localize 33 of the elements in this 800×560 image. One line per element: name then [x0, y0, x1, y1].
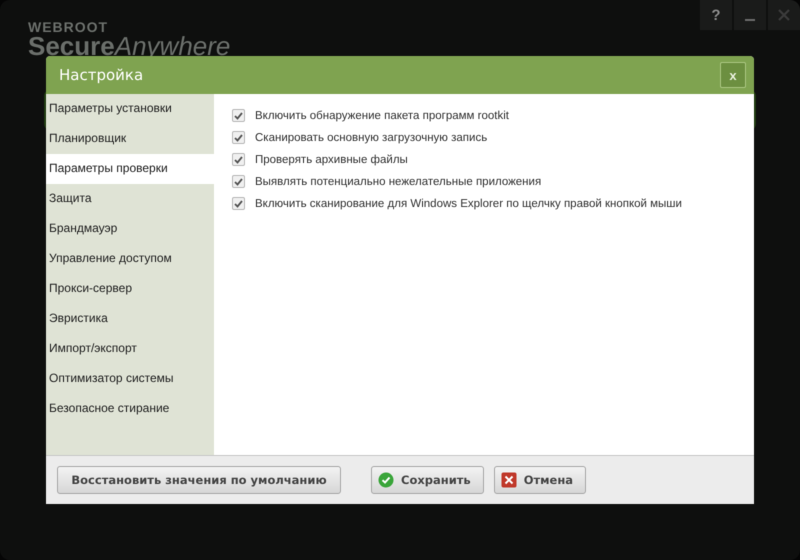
minimize-icon	[745, 19, 755, 21]
option-label: Проверять архивные файлы	[255, 154, 408, 166]
sidebar-item[interactable]: Управление доступом	[46, 244, 214, 274]
option-label: Включить обнаружение пакета программ rootkit	[255, 110, 509, 122]
option-label: Включить сканирование для Windows Explorer по щелчку правой кнопкой мыши	[255, 198, 682, 210]
checkbox[interactable]	[232, 175, 245, 188]
sidebar-item[interactable]: Брандмауэр	[46, 214, 214, 244]
option-label: Сканировать основную загрузочную запись	[255, 132, 488, 144]
checkbox[interactable]	[232, 153, 245, 166]
close-icon	[778, 9, 790, 21]
sidebar-item[interactable]: Эвристика	[46, 304, 214, 334]
brand-name: WEBROOT	[28, 20, 110, 34]
checkbox[interactable]	[232, 131, 245, 144]
sidebar-item[interactable]: Оптимизатор системы	[46, 364, 214, 394]
checkbox[interactable]	[232, 197, 245, 210]
sidebar-item[interactable]: Безопасное стирание	[46, 394, 214, 424]
sidebar-item[interactable]: Параметры проверки	[46, 154, 214, 184]
option-label: Выявлять потенциально нежелательные приложения	[255, 176, 542, 188]
checkbox[interactable]	[232, 109, 245, 122]
sidebar-item[interactable]: Защита	[46, 184, 214, 214]
cancel-button[interactable]: Отмена	[494, 466, 586, 494]
restore-defaults-button[interactable]: Восстановить значения по умолчанию	[57, 466, 341, 494]
save-button[interactable]: Сохранить	[371, 466, 484, 494]
product-name: SecureAnywhere	[28, 34, 230, 58]
help-button[interactable]: ?	[700, 0, 732, 30]
sidebar-item[interactable]: Планировщик	[46, 124, 214, 154]
minimize-button[interactable]	[734, 0, 766, 30]
cross-icon	[500, 472, 517, 488]
sidebar-item[interactable]: Параметры установки	[46, 94, 214, 124]
check-icon	[378, 472, 394, 488]
sidebar-item[interactable]: Импорт/экспорт	[46, 334, 214, 364]
sidebar-item[interactable]: Прокси-сервер	[46, 274, 214, 304]
dialog-title: Настройка	[59, 66, 144, 84]
